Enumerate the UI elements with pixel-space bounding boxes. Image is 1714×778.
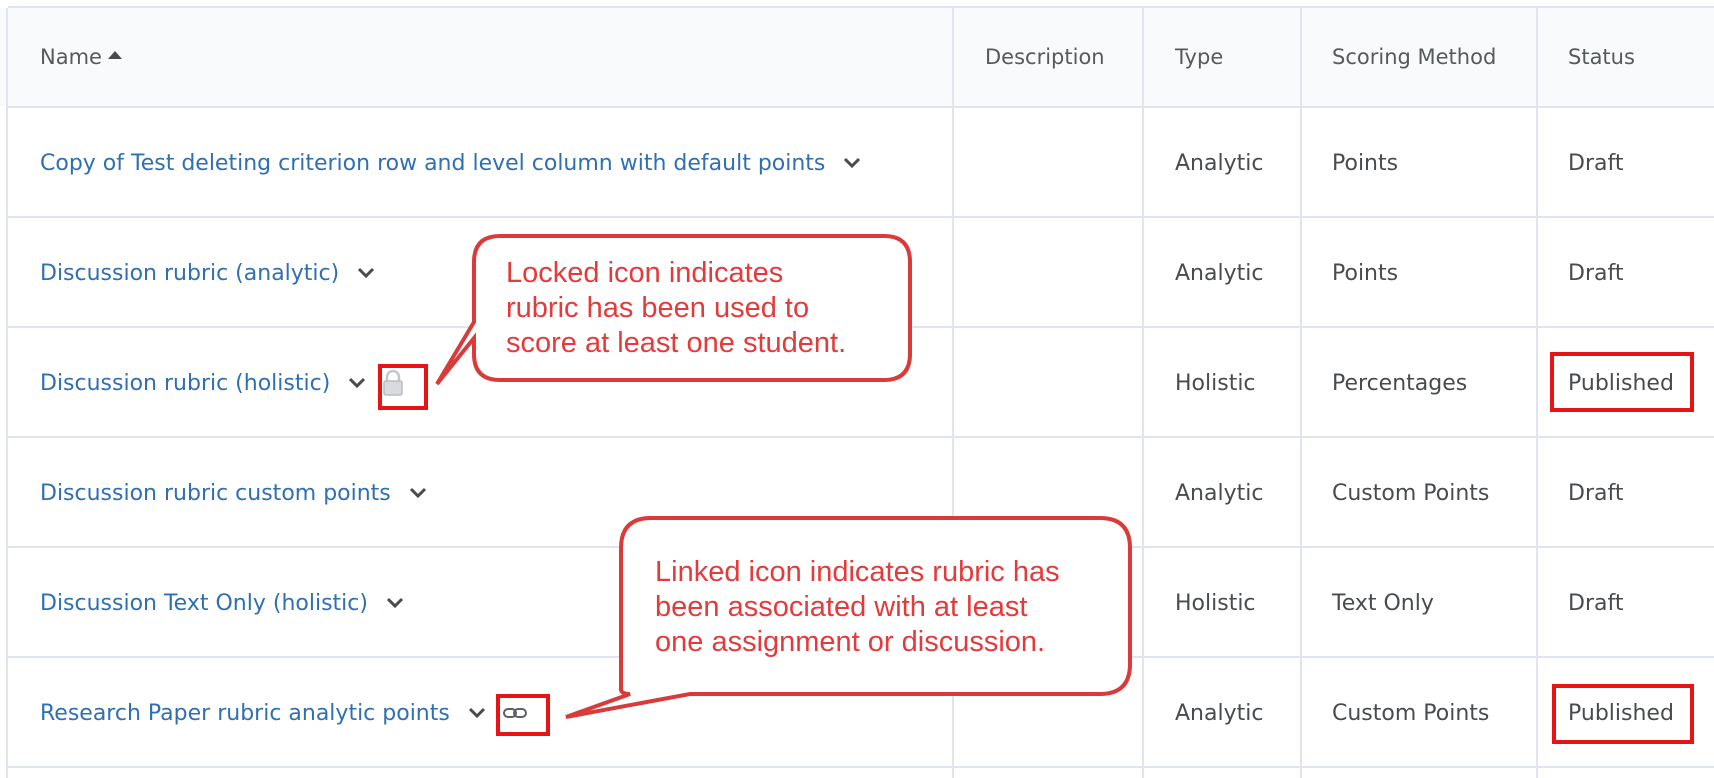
rubric-scoring-method: Percentages (1332, 370, 1468, 396)
rubric-status: Draft (1568, 150, 1624, 176)
rubric-scoring-method: Points (1332, 260, 1399, 286)
grid-line (8, 546, 1714, 548)
rubric-name-link[interactable]: Copy of Test deleting criterion row and … (40, 151, 825, 176)
rubric-scoring-method: Text Only (1332, 590, 1434, 616)
rubric-type: Analytic (1175, 150, 1264, 176)
chevron-down-icon[interactable] (468, 706, 486, 720)
sort-ascending-icon[interactable] (107, 51, 122, 59)
grid-line (1536, 8, 1538, 778)
rubric-scoring-method: Points (1332, 150, 1399, 176)
rubric-status: Draft (1568, 480, 1624, 506)
table-row: Copy of Test deleting criterion row and … (0, 108, 1714, 218)
grid-line (6, 8, 8, 778)
rubric-type: Analytic (1175, 700, 1264, 726)
grid-line (8, 216, 1714, 218)
table-row: Discussion Text Only (holistic) Holistic… (0, 548, 1714, 658)
link-icon-highlight (496, 694, 550, 736)
published-status-highlight (1552, 684, 1694, 744)
table-row: Discussion rubric (holistic) Holistic Pe… (0, 328, 1714, 438)
rubric-name-link[interactable]: Discussion rubric custom points (40, 481, 391, 506)
grid-line (8, 766, 1714, 768)
rubric-name-link[interactable]: Research Paper rubric analytic points (40, 701, 450, 726)
grid-line (8, 436, 1714, 438)
grid-line (952, 8, 954, 778)
table-header-row: Name Description Type Scoring Method Sta… (0, 8, 1714, 106)
table-row: Discussion rubric custom points Analytic… (0, 438, 1714, 548)
rubric-name-cell: Discussion rubric custom points (40, 438, 427, 548)
column-header-scoring-method: Scoring Method (1332, 45, 1497, 69)
rubric-name-cell: Copy of Test deleting criterion row and … (40, 108, 861, 218)
rubric-name-link[interactable]: Discussion rubric (holistic) (40, 371, 330, 396)
rubric-name-cell: Discussion rubric (analytic) (40, 218, 375, 328)
rubric-name-cell: Discussion rubric (holistic) (40, 328, 406, 438)
chevron-down-icon[interactable] (843, 156, 861, 170)
rubric-status: Draft (1568, 590, 1624, 616)
chevron-down-icon[interactable] (386, 596, 404, 610)
chevron-down-icon[interactable] (348, 376, 366, 390)
column-header-name[interactable]: Name (40, 8, 122, 106)
lock-icon-highlight (378, 364, 428, 410)
rubric-scoring-method: Custom Points (1332, 480, 1490, 506)
column-header-type: Type (1175, 45, 1224, 69)
rubric-type: Holistic (1175, 370, 1256, 396)
grid-line (1300, 8, 1302, 778)
rubric-name-link[interactable]: Discussion rubric (analytic) (40, 261, 339, 286)
rubric-type: Analytic (1175, 480, 1264, 506)
rubric-type: Analytic (1175, 260, 1264, 286)
column-header-description: Description (985, 45, 1105, 69)
grid-line (1142, 8, 1144, 778)
published-status-highlight (1550, 352, 1694, 412)
table-row: Research Paper rubric analytic points An… (0, 658, 1714, 768)
rubric-name-link[interactable]: Discussion Text Only (holistic) (40, 591, 368, 616)
grid-line (8, 656, 1714, 658)
chevron-down-icon[interactable] (409, 486, 427, 500)
rubric-scoring-method: Custom Points (1332, 700, 1490, 726)
table-row: Discussion rubric (analytic) Analytic Po… (0, 218, 1714, 328)
rubric-name-cell: Discussion Text Only (holistic) (40, 548, 404, 658)
rubric-type: Holistic (1175, 590, 1256, 616)
column-header-status: Status (1568, 45, 1635, 69)
rubric-name-cell: Research Paper rubric analytic points (40, 658, 530, 768)
rubric-status: Draft (1568, 260, 1624, 286)
grid-line (8, 326, 1714, 328)
grid-line (8, 6, 1714, 8)
chevron-down-icon[interactable] (357, 266, 375, 280)
grid-line (8, 106, 1714, 108)
